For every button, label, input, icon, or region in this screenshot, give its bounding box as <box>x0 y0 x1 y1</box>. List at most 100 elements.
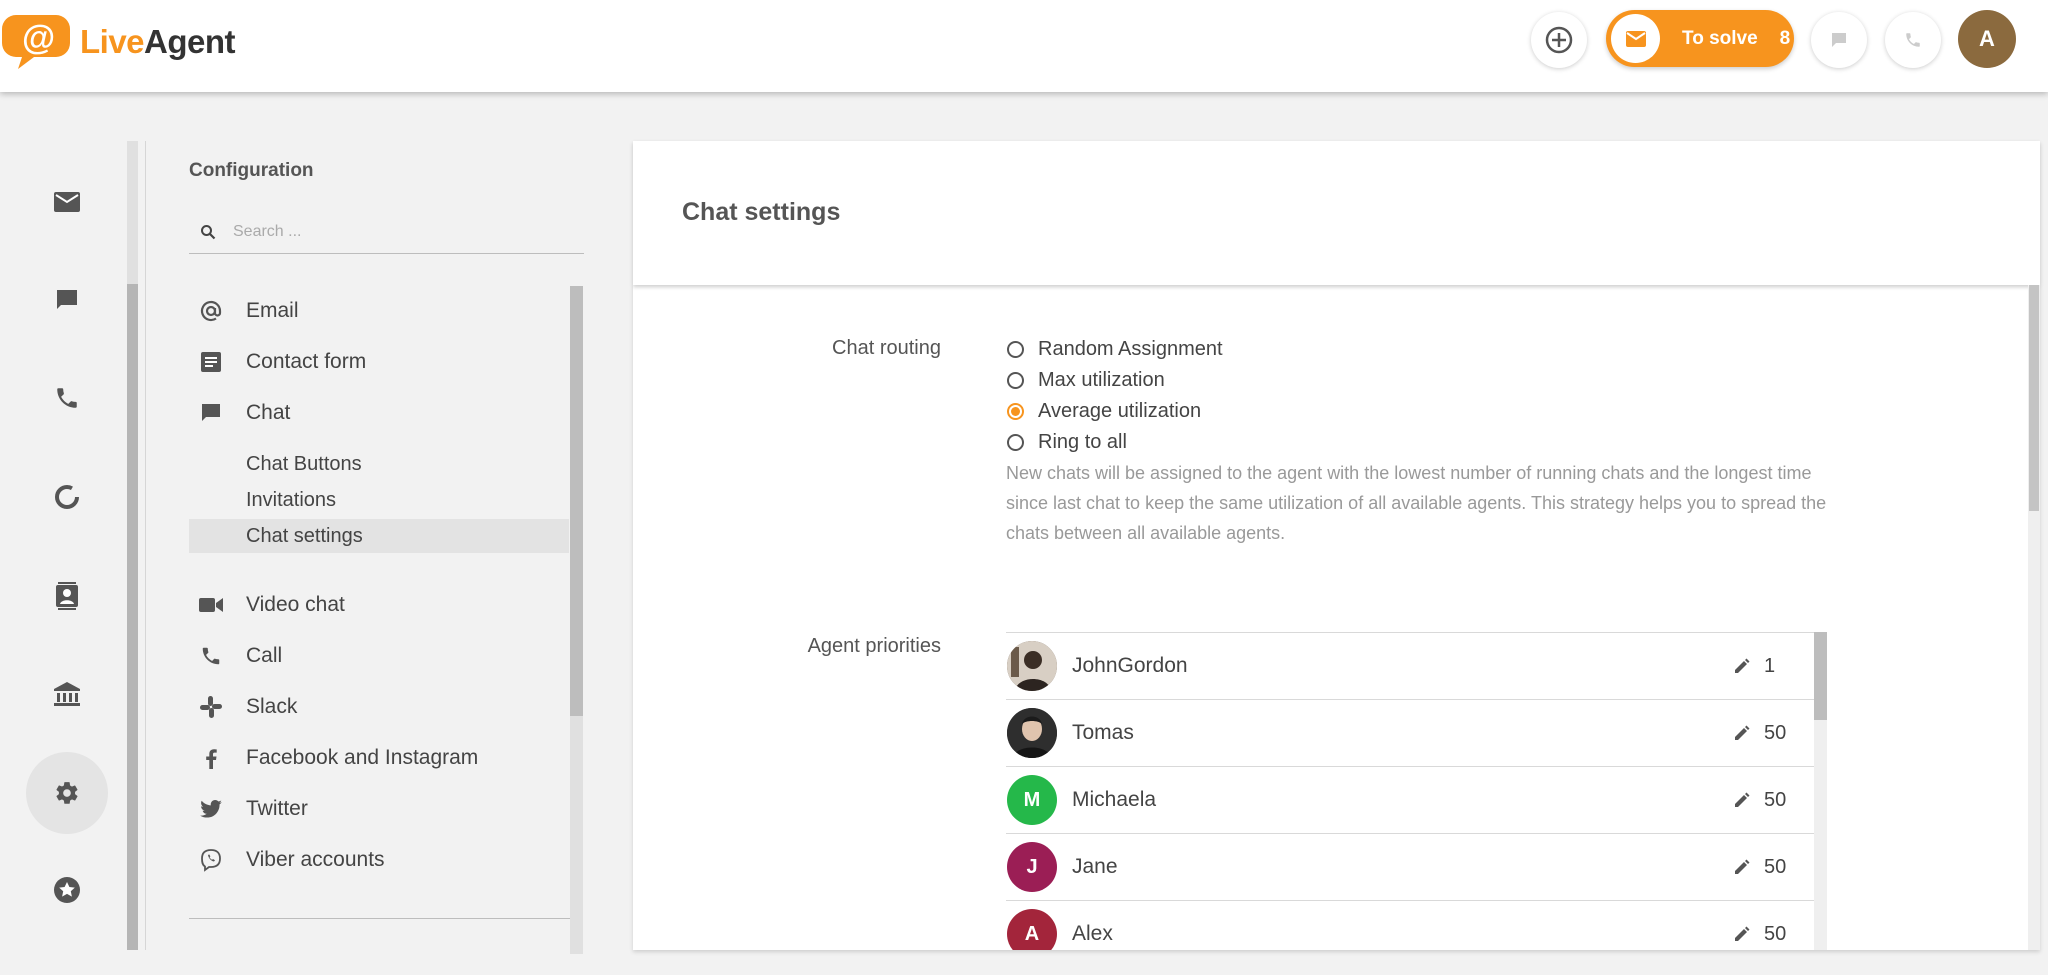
config-scrollbar[interactable] <box>570 286 583 954</box>
agent-priority: 50 <box>1764 722 1814 745</box>
agent-priority-list: JohnGordon 1 Tomas 50 M Michaela 50 J Ja… <box>1006 632 1827 950</box>
agent-row: M Michaela 50 <box>1006 767 1814 834</box>
plus-circle-icon <box>1544 25 1574 55</box>
chat-status-button[interactable] <box>1811 12 1867 68</box>
agent-row: J Jane 50 <box>1006 834 1814 901</box>
rail-scrollbar[interactable] <box>127 141 138 950</box>
agent-row: Tomas 50 <box>1006 700 1814 767</box>
agent-priority: 50 <box>1764 856 1814 879</box>
agent-priority: 50 <box>1764 789 1814 812</box>
radio-random-assignment[interactable]: Random Assignment <box>1007 336 1223 362</box>
agent-priority: 1 <box>1764 655 1814 678</box>
logo[interactable]: @ LiveAgent <box>0 12 235 72</box>
logo-text: LiveAgent <box>80 23 235 61</box>
phone-icon <box>1904 31 1922 49</box>
radio-label: Random Assignment <box>1038 338 1223 361</box>
config-item-video-chat[interactable]: Video chat <box>189 583 569 627</box>
radio-label: Average utilization <box>1038 400 1201 423</box>
viber-icon <box>189 848 233 872</box>
agent-row: A Alex 50 <box>1006 901 1814 950</box>
video-icon <box>189 597 233 613</box>
svg-text:@: @ <box>22 19 55 57</box>
agent-name: Alex <box>1072 922 1730 946</box>
divider <box>145 141 146 950</box>
config-item-label: Call <box>246 644 282 668</box>
config-item-twitter[interactable]: Twitter <box>189 787 569 831</box>
config-item-label: Slack <box>246 695 297 719</box>
config-item-facebook-instagram[interactable]: Facebook and Instagram <box>189 736 569 780</box>
reports-icon[interactable] <box>50 480 84 514</box>
radio-button[interactable] <box>1007 341 1024 358</box>
config-item-label: Facebook and Instagram <box>246 746 478 770</box>
form-icon <box>189 352 233 372</box>
mail-icon[interactable] <box>50 185 84 219</box>
agent-list-scrollbar[interactable] <box>1814 632 1827 950</box>
search-field[interactable] <box>189 210 584 254</box>
edit-icon[interactable] <box>1730 724 1754 742</box>
config-item-slack[interactable]: Slack <box>189 685 569 729</box>
avatar <box>1007 641 1057 691</box>
configuration-title: Configuration <box>189 160 314 182</box>
edit-icon[interactable] <box>1730 657 1754 675</box>
edit-icon[interactable] <box>1730 858 1754 876</box>
knowledgebase-icon[interactable] <box>50 677 84 711</box>
radio-ring-to-all[interactable]: Ring to all <box>1007 429 1127 455</box>
twitter-icon <box>189 800 233 818</box>
agent-priorities-label: Agent priorities <box>681 635 941 658</box>
settings-icon[interactable] <box>50 776 84 810</box>
to-solve-count: 8 <box>1780 28 1791 50</box>
routing-help-text: New chats will be assigned to the agent … <box>1006 458 1836 548</box>
page-title: Chat settings <box>682 198 840 227</box>
call-status-button[interactable] <box>1885 12 1941 68</box>
divider <box>189 918 571 919</box>
slack-icon <box>189 696 233 718</box>
agent-name: Tomas <box>1072 721 1730 745</box>
config-item-viber[interactable]: Viber accounts <box>189 838 569 882</box>
config-item-chat[interactable]: Chat <box>189 391 569 435</box>
avatar: M <box>1007 775 1057 825</box>
config-item-label: Email <box>246 299 299 323</box>
config-item-label: Viber accounts <box>246 848 385 872</box>
mail-icon <box>1611 14 1660 63</box>
radio-button[interactable] <box>1007 434 1024 451</box>
radio-label: Max utilization <box>1038 369 1165 392</box>
main-scrollbar[interactable] <box>2028 285 2040 950</box>
radio-max-utilization[interactable]: Max utilization <box>1007 367 1165 393</box>
search-input[interactable] <box>233 223 563 241</box>
config-item-label: Video chat <box>246 593 345 617</box>
at-icon <box>189 299 233 323</box>
agent-name: Michaela <box>1072 788 1730 812</box>
config-item-label: Twitter <box>246 797 308 821</box>
phone-icon <box>189 645 233 667</box>
config-subitem-chat-settings[interactable]: Chat settings <box>189 519 569 553</box>
config-subitem-chat-buttons[interactable]: Chat Buttons <box>189 447 569 481</box>
agent-row: JohnGordon 1 <box>1006 633 1814 700</box>
logo-icon: @ <box>0 13 70 71</box>
facebook-icon <box>189 747 233 769</box>
config-item-label: Chat <box>246 401 290 425</box>
config-item-label: Contact form <box>246 350 366 374</box>
avatar <box>1007 708 1057 758</box>
to-solve-button[interactable]: To solve 8 <box>1606 10 1794 67</box>
radio-label: Ring to all <box>1038 431 1127 454</box>
plugins-icon[interactable] <box>50 873 84 907</box>
avatar: A <box>1007 909 1057 950</box>
edit-icon[interactable] <box>1730 925 1754 943</box>
radio-average-utilization[interactable]: Average utilization <box>1007 398 1201 424</box>
chat-routing-label: Chat routing <box>681 337 941 360</box>
config-item-email[interactable]: Email <box>189 289 569 333</box>
config-subitem-invitations[interactable]: Invitations <box>189 483 569 517</box>
radio-button[interactable] <box>1007 372 1024 389</box>
contacts-icon[interactable] <box>50 579 84 613</box>
add-button[interactable] <box>1531 12 1587 68</box>
chat-icon <box>189 403 233 423</box>
panel-header: Chat settings <box>633 141 2040 285</box>
edit-icon[interactable] <box>1730 791 1754 809</box>
radio-button-selected[interactable] <box>1007 403 1024 420</box>
config-item-call[interactable]: Call <box>189 634 569 678</box>
config-item-contact-form[interactable]: Contact form <box>189 340 569 384</box>
user-avatar[interactable]: A <box>1958 10 2016 68</box>
agent-name: Jane <box>1072 855 1730 879</box>
phone-icon[interactable] <box>50 381 84 415</box>
chat-icon[interactable] <box>50 283 84 317</box>
